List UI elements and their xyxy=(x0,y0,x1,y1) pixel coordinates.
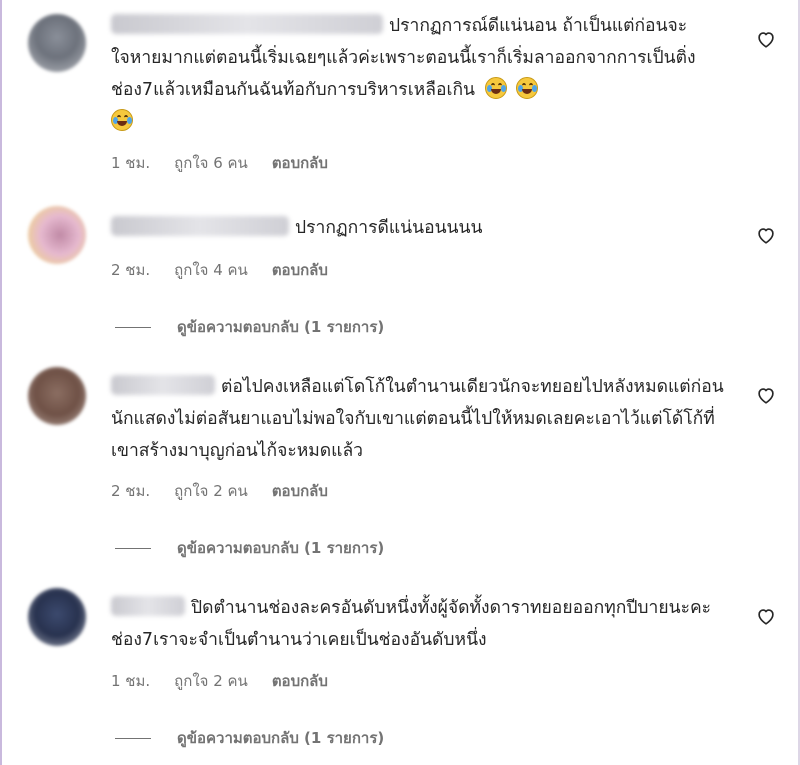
comment-meta: 2 ชม. ถูกใจ 2 คน ตอบกลับ xyxy=(111,479,352,503)
comment-likes[interactable]: ถูกใจ 2 คน xyxy=(174,482,248,500)
avatar[interactable] xyxy=(28,367,86,425)
heart-outline-icon[interactable] xyxy=(755,28,777,50)
comment-meta: 2 ชม. ถูกใจ 4 คน ตอบกลับ xyxy=(111,258,352,282)
comment-time: 2 ชม. xyxy=(111,482,151,500)
reply-button[interactable]: ตอบกลับ xyxy=(272,672,328,690)
view-replies-button[interactable]: ดูข้อความตอบกลับ (1 รายการ) xyxy=(115,726,384,750)
username-redacted[interactable] xyxy=(111,216,289,236)
avatar[interactable] xyxy=(28,14,86,72)
username-redacted[interactable] xyxy=(111,596,185,616)
window-border-left xyxy=(0,0,2,765)
avatar[interactable] xyxy=(28,588,86,646)
comment-time: 2 ชม. xyxy=(111,261,151,279)
face-with-tears-of-joy-icon xyxy=(484,77,507,99)
reply-button[interactable]: ตอบกลับ xyxy=(272,261,328,279)
divider-line xyxy=(115,738,151,739)
divider-line xyxy=(115,548,151,549)
comment-text: ปิดตำนานช่องละครอันดับหนึ่งทั้งผู้จัดทั้… xyxy=(111,598,712,650)
comment-meta: 1 ชม. ถูกใจ 6 คน ตอบกลับ xyxy=(111,151,352,175)
view-replies-button[interactable]: ดูข้อความตอบกลับ (1 รายการ) xyxy=(115,536,384,560)
comment-text: ปรากฏการดีแน่นอนนนน xyxy=(295,218,483,238)
face-with-tears-of-joy-icon xyxy=(111,109,133,131)
view-replies-label[interactable]: ดูข้อความตอบกลับ (1 รายการ) xyxy=(177,539,384,557)
reply-button[interactable]: ตอบกลับ xyxy=(272,482,328,500)
avatar[interactable] xyxy=(28,206,86,264)
face-with-tears-of-joy-icon xyxy=(516,77,539,99)
comment-meta: 1 ชม. ถูกใจ 2 คน ตอบกลับ xyxy=(111,669,352,693)
heart-outline-icon[interactable] xyxy=(755,224,777,246)
comment-likes[interactable]: ถูกใจ 4 คน xyxy=(174,261,248,279)
divider-line xyxy=(115,327,151,328)
heart-outline-icon[interactable] xyxy=(755,384,777,406)
comment-likes[interactable]: ถูกใจ 6 คน xyxy=(174,154,248,172)
view-replies-label[interactable]: ดูข้อความตอบกลับ (1 รายการ) xyxy=(177,729,384,747)
comment-time: 1 ชม. xyxy=(111,672,151,690)
username-redacted[interactable] xyxy=(111,14,383,34)
reply-button[interactable]: ตอบกลับ xyxy=(272,154,328,172)
view-replies-label[interactable]: ดูข้อความตอบกลับ (1 รายการ) xyxy=(177,318,384,336)
view-replies-button[interactable]: ดูข้อความตอบกลับ (1 รายการ) xyxy=(115,315,384,339)
comment-likes[interactable]: ถูกใจ 2 คน xyxy=(174,672,248,690)
comment-time: 1 ชม. xyxy=(111,154,151,172)
heart-outline-icon[interactable] xyxy=(755,605,777,627)
username-redacted[interactable] xyxy=(111,375,215,395)
